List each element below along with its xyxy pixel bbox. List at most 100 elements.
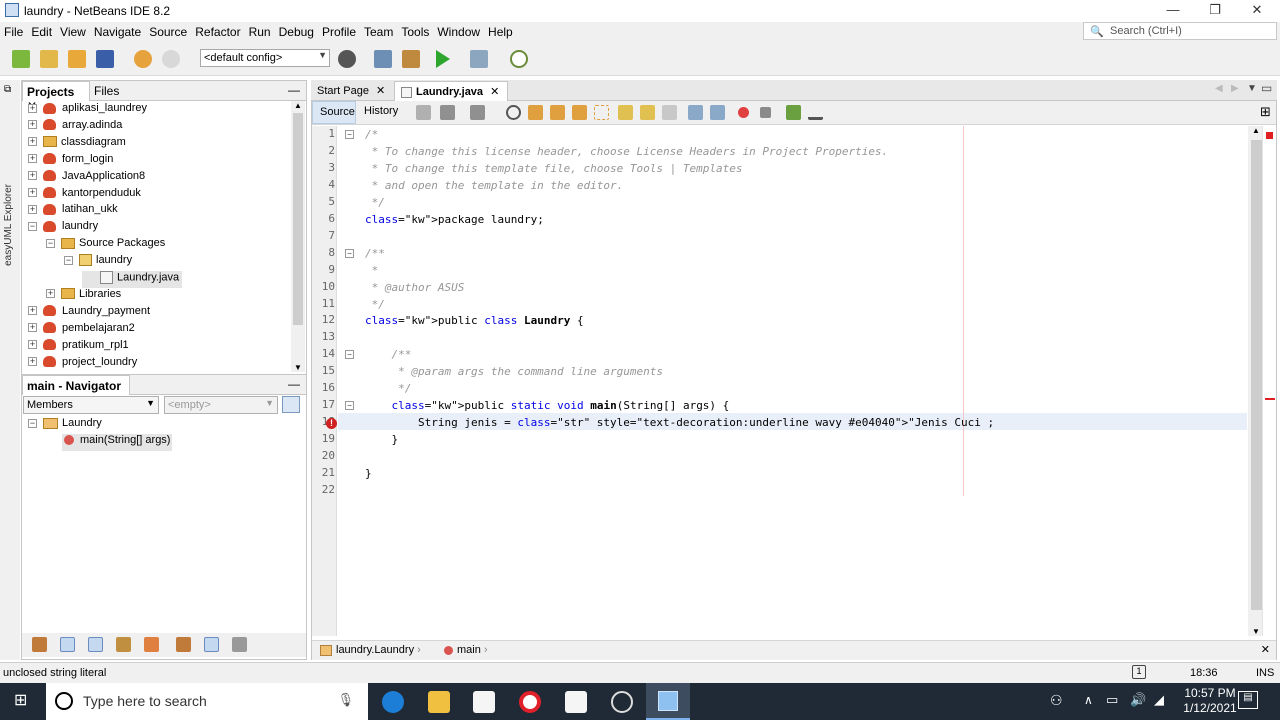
scroll-up-icon[interactable]: ▲: [294, 101, 302, 110]
scroll-up-icon[interactable]: ▲: [1252, 126, 1260, 135]
edge-icon[interactable]: [382, 691, 404, 713]
minimize-panel-icon[interactable]: —: [288, 377, 300, 391]
volume-icon[interactable]: 🔊: [1130, 692, 1146, 708]
config-select[interactable]: <default config> ▼: [200, 49, 330, 67]
code-line[interactable]: */: [365, 298, 385, 311]
search-input[interactable]: 🔍 Search (Ctrl+I): [1083, 22, 1277, 40]
start-macro-icon[interactable]: [738, 107, 749, 118]
tree-item[interactable]: − laundry: [28, 220, 98, 237]
action-center-icon[interactable]: ▤: [1238, 691, 1258, 709]
mail-icon[interactable]: [565, 691, 587, 713]
tree-item[interactable]: + pratikum_rpl1: [28, 339, 129, 356]
navigator-options-icon[interactable]: [282, 396, 300, 413]
open-project-icon[interactable]: [68, 50, 86, 68]
scroll-tabs-right-icon[interactable]: ▶: [1231, 83, 1239, 94]
find-selection-icon[interactable]: [572, 105, 587, 120]
expand-icon[interactable]: +: [46, 289, 55, 299]
breadcrumb-method[interactable]: main ›: [444, 644, 488, 656]
show-static-icon[interactable]: [88, 637, 103, 652]
expand-icon[interactable]: +: [28, 154, 37, 164]
fold-icon[interactable]: −: [345, 248, 354, 258]
error-status-icon[interactable]: [1266, 132, 1273, 139]
menu-window[interactable]: Window: [433, 22, 484, 39]
tree-item[interactable]: + kantorpenduduk: [28, 187, 141, 204]
menu-edit[interactable]: Edit: [27, 22, 56, 39]
find-icon[interactable]: [506, 105, 521, 120]
tree-item[interactable]: + Libraries: [46, 288, 121, 305]
sort-by-name-icon[interactable]: [204, 637, 219, 652]
collapse-icon[interactable]: −: [64, 255, 73, 265]
fold-icon[interactable]: −: [345, 130, 354, 139]
collapse-icon[interactable]: −: [28, 418, 37, 428]
show-non-public-icon[interactable]: [116, 637, 131, 652]
expand-icon[interactable]: +: [28, 188, 37, 198]
run-icon[interactable]: [436, 50, 450, 68]
battery-icon[interactable]: ▭: [1106, 692, 1118, 708]
close-icon[interactable]: ✕: [490, 86, 499, 98]
redo-icon[interactable]: [162, 50, 180, 68]
find-next-icon[interactable]: [550, 105, 565, 120]
tree-item[interactable]: + latihan_ukk: [28, 203, 118, 220]
opera-icon[interactable]: [519, 691, 541, 713]
menu-run[interactable]: Run: [245, 22, 275, 39]
code-line[interactable]: * To change this license header, choose …: [365, 145, 889, 158]
network-icon[interactable]: ◢: [1154, 692, 1164, 708]
split-editor-icon[interactable]: ⊞: [1260, 104, 1271, 120]
chevron-up-icon[interactable]: ∧: [1084, 693, 1093, 707]
tree-item[interactable]: − laundry: [64, 254, 132, 271]
tree-item[interactable]: Laundry.java: [82, 271, 183, 288]
expand-icon[interactable]: +: [28, 137, 37, 147]
scroll-down-icon[interactable]: ▼: [294, 363, 302, 372]
chrome-icon[interactable]: [611, 691, 633, 713]
toggle-bookmark-icon[interactable]: [662, 105, 677, 120]
projects-scrollbar[interactable]: ▲ ▼: [291, 101, 305, 372]
code-line[interactable]: * @author ASUS: [365, 281, 465, 294]
save-all-icon[interactable]: [96, 50, 114, 68]
tab-projects[interactable]: Projects ✕: [22, 81, 90, 113]
forward-icon[interactable]: [470, 105, 485, 120]
profile-icon[interactable]: [510, 50, 528, 68]
shift-right-icon[interactable]: [710, 105, 725, 120]
navigator-method-row[interactable]: main(String[] args): [62, 434, 173, 451]
collapse-icon[interactable]: −: [46, 238, 55, 248]
file-explorer-icon[interactable]: [428, 691, 450, 713]
menu-profile[interactable]: Profile: [318, 22, 360, 39]
show-opened-documents-icon[interactable]: ▼: [1247, 83, 1257, 94]
code-line[interactable]: *: [365, 264, 379, 277]
menu-file[interactable]: File: [0, 22, 27, 39]
close-button[interactable]: ✕: [1236, 0, 1278, 22]
stop-macro-icon[interactable]: [760, 107, 771, 118]
next-bookmark-icon[interactable]: [640, 105, 655, 120]
code-line[interactable]: }: [365, 433, 398, 446]
code-line[interactable]: */: [365, 382, 411, 395]
menu-team[interactable]: Team: [360, 22, 397, 39]
tree-item[interactable]: + JavaApplication8: [28, 170, 145, 187]
tab-start-page[interactable]: Start Page ✕: [311, 81, 393, 101]
expand-icon[interactable]: +: [28, 323, 37, 333]
expand-icon[interactable]: +: [28, 103, 37, 113]
people-icon[interactable]: ⚇: [1050, 692, 1063, 709]
filter-select[interactable]: <empty> ▼: [164, 396, 278, 414]
scroll-down-icon[interactable]: ▼: [1252, 627, 1260, 636]
toggle-highlight-icon[interactable]: [594, 105, 609, 120]
tab-files[interactable]: Files: [90, 81, 123, 101]
menu-navigate[interactable]: Navigate: [90, 22, 145, 39]
taskbar-search[interactable]: Type here to search 🎙: [46, 683, 368, 720]
new-project-icon[interactable]: [40, 50, 58, 68]
close-breadcrumb-icon[interactable]: ✕: [1261, 643, 1270, 656]
menu-source[interactable]: Source: [145, 22, 191, 39]
code-line[interactable]: /*: [365, 128, 378, 141]
fold-icon[interactable]: −: [345, 350, 354, 360]
clean-build-icon[interactable]: [402, 50, 420, 68]
back-icon[interactable]: [440, 105, 455, 120]
last-edit-icon[interactable]: [416, 105, 431, 120]
store-icon[interactable]: [473, 691, 495, 713]
tree-item[interactable]: + classdiagram: [28, 136, 126, 153]
close-icon[interactable]: ✕: [376, 85, 385, 97]
code-line[interactable]: }: [365, 467, 372, 480]
tab-navigator[interactable]: main - Navigator ✕: [22, 375, 130, 407]
comment-icon[interactable]: [786, 105, 801, 120]
code-line[interactable]: class="kw">package laundry;: [365, 213, 544, 226]
find-previous-icon[interactable]: [528, 105, 543, 120]
undo-icon[interactable]: [134, 50, 152, 68]
